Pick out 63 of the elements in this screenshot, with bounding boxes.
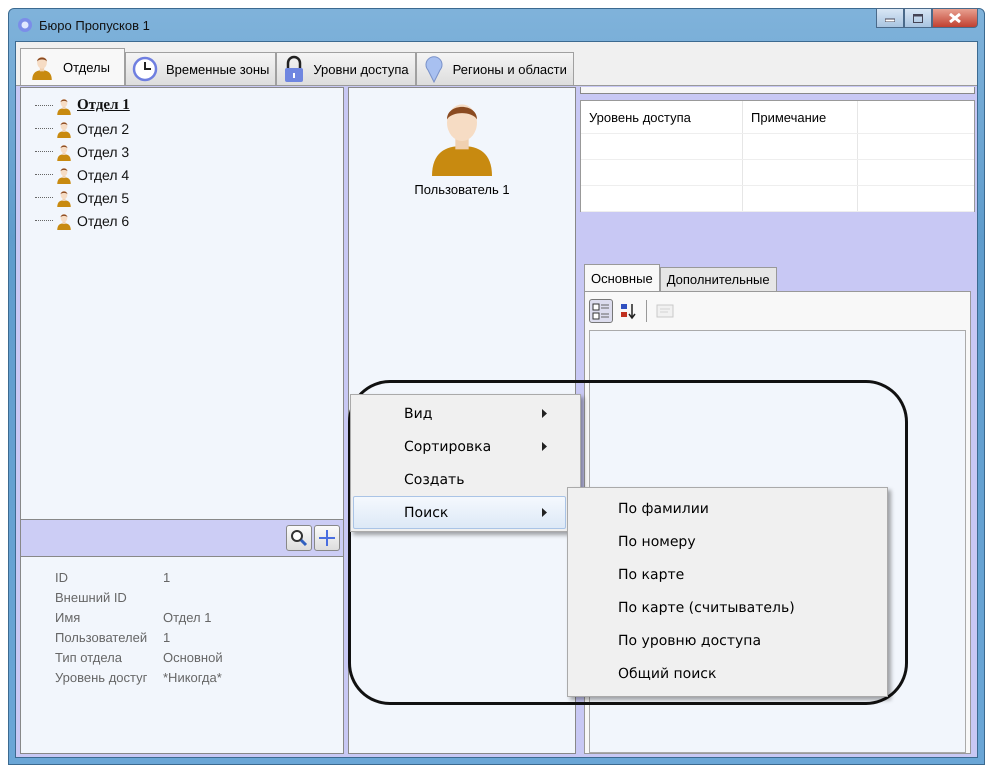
property-name: ID xyxy=(55,570,69,584)
padlock-icon xyxy=(283,55,306,83)
tab[interactable]: Основные xyxy=(584,264,660,291)
maximize-button[interactable] xyxy=(904,8,932,28)
column-header[interactable]: Уровень доступа xyxy=(581,101,743,133)
person-icon xyxy=(55,166,73,184)
categorized-icon xyxy=(592,302,610,320)
property-pages-icon xyxy=(656,302,674,320)
property-name: Уровень достуг xyxy=(55,670,148,684)
property-name: Внешний ID xyxy=(55,590,128,604)
sort-icon xyxy=(619,302,637,320)
pin-icon xyxy=(422,55,445,83)
tab[interactable]: Регионы и области xyxy=(416,52,574,85)
tree-item[interactable]: Отдел 1 xyxy=(77,97,130,114)
tab[interactable]: Уровни доступа xyxy=(276,52,416,85)
minimize-button[interactable] xyxy=(876,8,904,28)
close-icon xyxy=(949,13,961,23)
person-icon xyxy=(55,212,73,230)
property-value: *Никогда* xyxy=(163,670,222,684)
menu-item[interactable]: По фамилии xyxy=(570,492,885,525)
property-name: Пользователей xyxy=(55,630,148,644)
tab[interactable]: Временные зоны xyxy=(124,52,276,85)
tree-item[interactable]: Отдел 2 xyxy=(77,120,130,136)
menu-item[interactable]: Поиск xyxy=(353,496,566,529)
add-button[interactable] xyxy=(314,525,340,551)
search-button[interactable] xyxy=(286,525,312,551)
property-value: 1 xyxy=(163,630,170,644)
person-icon xyxy=(55,188,73,206)
person-icon xyxy=(55,120,73,138)
user-name: Пользователь 1 xyxy=(414,182,510,197)
tree-item[interactable]: Отдел 5 xyxy=(77,190,130,206)
window-title: Бюро Пропусков 1 xyxy=(39,18,150,32)
search-icon xyxy=(290,529,308,547)
submenu-arrow-icon xyxy=(542,442,547,451)
clock-icon xyxy=(132,56,158,82)
property-value: Отдел 1 xyxy=(163,610,212,624)
column-header[interactable]: Примечание xyxy=(743,101,858,133)
property-name: Тип отдела xyxy=(55,650,123,664)
categorized-button[interactable] xyxy=(589,299,613,323)
menu-item[interactable]: По номеру xyxy=(570,525,885,558)
maximize-icon xyxy=(913,14,923,22)
menu-item[interactable]: Сортировка xyxy=(353,430,566,463)
property-name: Имя xyxy=(55,610,82,624)
tree-item[interactable]: Отдел 4 xyxy=(77,166,130,182)
plus-icon xyxy=(318,529,336,547)
menu-item[interactable]: По карте xyxy=(570,558,885,591)
tree-item[interactable]: Отдел 3 xyxy=(77,144,130,160)
close-button[interactable] xyxy=(932,8,978,28)
menu-item[interactable]: Общий поиск xyxy=(570,657,885,690)
menu-item[interactable]: Вид xyxy=(353,397,566,430)
person-icon xyxy=(55,142,73,160)
property-value: 1 xyxy=(163,570,170,584)
app-icon xyxy=(17,17,33,33)
tree-item[interactable]: Отдел 6 xyxy=(77,212,130,228)
tab[interactable]: Дополнительные xyxy=(660,267,777,291)
person-icon xyxy=(55,96,73,114)
property-value: Основной xyxy=(163,650,223,664)
menu-item[interactable]: По карте (считыватель) xyxy=(570,591,885,624)
submenu-arrow-icon xyxy=(542,409,547,418)
tab[interactable]: Отделы xyxy=(20,48,125,85)
menu-item[interactable]: По уровню доступа xyxy=(570,624,885,657)
menu-item[interactable]: Создать xyxy=(353,463,566,496)
submenu-arrow-icon xyxy=(542,508,547,517)
